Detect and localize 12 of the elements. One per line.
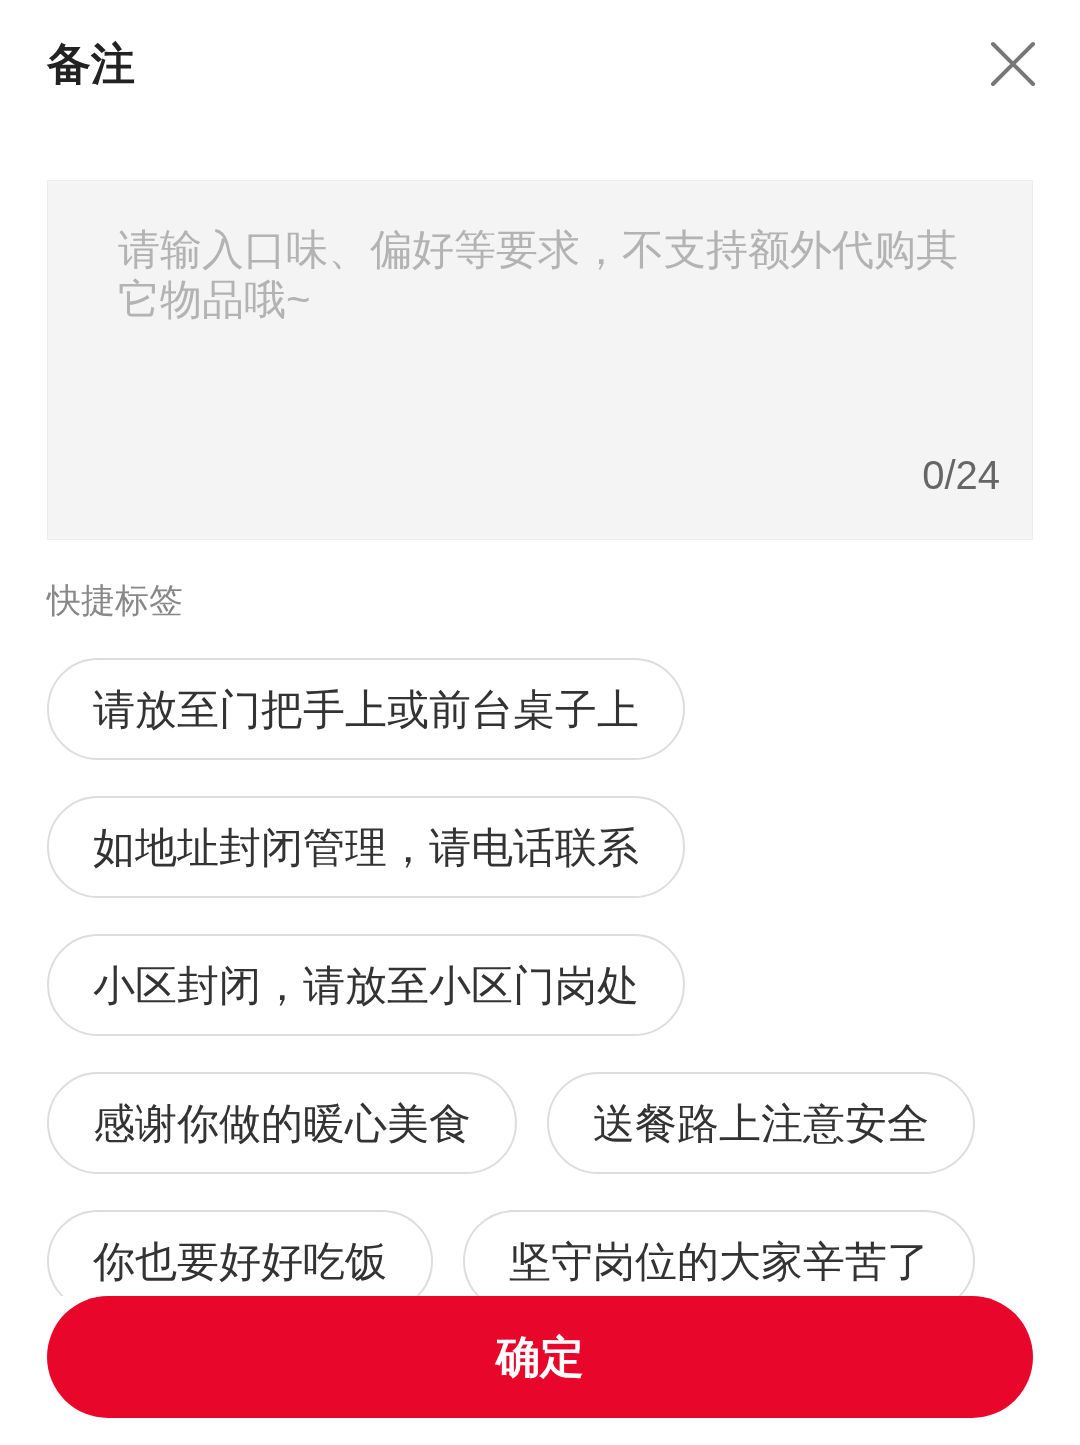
quick-tag[interactable]: 小区封闭，请放至小区门岗处 <box>47 934 685 1036</box>
remark-field[interactable]: 请输入口味、偏好等要求，不支持额外代购其它物品哦~ 0/24 <box>47 180 1033 540</box>
section-heading: 快捷标签 <box>47 580 184 621</box>
remark-input[interactable]: 请输入口味、偏好等要求，不支持额外代购其它物品哦~ <box>118 225 962 445</box>
character-counter: 0/24 <box>922 452 1000 499</box>
dialog-title: 备注 <box>47 38 135 90</box>
quick-tag[interactable]: 请放至门把手上或前台桌子上 <box>47 658 685 760</box>
close-icon[interactable] <box>989 40 1037 88</box>
quick-tag[interactable]: 如地址封闭管理，请电话联系 <box>47 796 685 898</box>
quick-tag[interactable]: 感谢你做的暖心美食 <box>47 1072 517 1174</box>
confirm-button[interactable]: 确定 <box>47 1296 1033 1418</box>
quick-tag[interactable]: 送餐路上注意安全 <box>547 1072 975 1174</box>
